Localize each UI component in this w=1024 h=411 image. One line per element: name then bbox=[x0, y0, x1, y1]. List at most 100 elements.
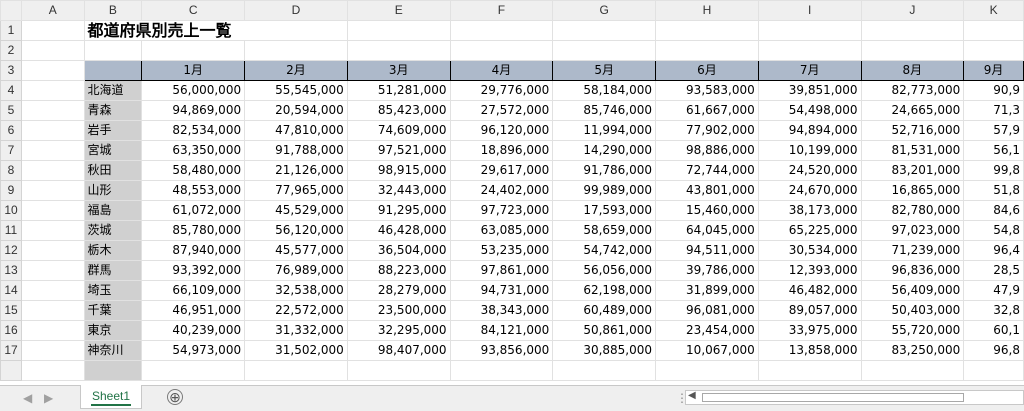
sales-value-cell[interactable] bbox=[757, 360, 862, 381]
sales-value-cell[interactable]: 85,423,000 bbox=[346, 100, 451, 121]
row-header[interactable]: 15 bbox=[0, 300, 22, 321]
header-blank-cell[interactable] bbox=[83, 60, 143, 81]
sales-value-cell[interactable]: 60,489,000 bbox=[552, 300, 657, 321]
cell[interactable] bbox=[20, 220, 85, 241]
cell[interactable] bbox=[20, 100, 85, 121]
prefecture-cell[interactable]: 東京 bbox=[83, 320, 143, 341]
prefecture-cell[interactable]: 青森 bbox=[83, 100, 143, 121]
cell[interactable] bbox=[20, 280, 85, 301]
row-header[interactable]: 1 bbox=[0, 20, 22, 41]
sales-value-cell[interactable]: 24,665,000 bbox=[860, 100, 965, 121]
sales-value-cell[interactable]: 54,498,000 bbox=[757, 100, 862, 121]
cell[interactable] bbox=[20, 340, 85, 361]
prefecture-cell[interactable]: 秋田 bbox=[83, 160, 143, 181]
sales-value-cell[interactable]: 39,786,000 bbox=[655, 260, 759, 281]
sales-value-cell[interactable]: 23,500,000 bbox=[346, 300, 451, 321]
column-header[interactable]: F bbox=[449, 0, 554, 21]
sales-value-cell[interactable]: 31,502,000 bbox=[244, 340, 348, 361]
sales-value-cell[interactable]: 51,281,000 bbox=[346, 80, 451, 101]
sales-value-cell[interactable]: 96,081,000 bbox=[655, 300, 759, 321]
sales-value-cell[interactable]: 56,409,000 bbox=[860, 280, 965, 301]
sales-value-cell[interactable]: 96,120,000 bbox=[449, 120, 554, 141]
prefecture-cell[interactable]: 栃木 bbox=[83, 240, 143, 261]
sales-value-cell[interactable]: 98,886,000 bbox=[655, 140, 759, 161]
sales-value-cell[interactable]: 58,480,000 bbox=[141, 160, 246, 181]
sales-value-cell[interactable]: 57,9 bbox=[963, 120, 1024, 141]
sales-value-cell[interactable]: 94,511,000 bbox=[655, 240, 759, 261]
sales-value-cell[interactable]: 56,1 bbox=[963, 140, 1024, 161]
cell-table[interactable]: ABCDEFGHIJK 1 都道府県別売上一覧 2 3 1月 2月 3月 4月 5月 6月… bbox=[0, 0, 1024, 381]
sales-value-cell[interactable]: 46,428,000 bbox=[346, 220, 451, 241]
column-header[interactable]: A bbox=[20, 0, 85, 21]
sheet-title[interactable]: 都道府県別売上一覧 bbox=[83, 20, 348, 41]
row-header[interactable]: 2 bbox=[0, 40, 22, 61]
sales-value-cell[interactable]: 99,989,000 bbox=[552, 180, 657, 201]
prefecture-cell[interactable] bbox=[83, 360, 143, 381]
sales-value-cell[interactable] bbox=[860, 360, 965, 381]
sales-value-cell[interactable]: 61,667,000 bbox=[655, 100, 759, 121]
sales-value-cell[interactable]: 56,000,000 bbox=[141, 80, 246, 101]
row-header[interactable]: 6 bbox=[0, 120, 22, 141]
sales-value-cell[interactable]: 28,279,000 bbox=[346, 280, 451, 301]
cell[interactable] bbox=[20, 300, 85, 321]
sales-value-cell[interactable]: 46,951,000 bbox=[141, 300, 246, 321]
sales-value-cell[interactable]: 63,085,000 bbox=[449, 220, 554, 241]
sales-value-cell[interactable]: 27,572,000 bbox=[449, 100, 554, 121]
sales-value-cell[interactable]: 38,343,000 bbox=[449, 300, 554, 321]
sales-value-cell[interactable]: 88,223,000 bbox=[346, 260, 451, 281]
sales-value-cell[interactable]: 93,583,000 bbox=[655, 80, 759, 101]
column-header[interactable]: H bbox=[655, 0, 759, 21]
sales-value-cell[interactable] bbox=[244, 360, 348, 381]
sales-value-cell[interactable]: 20,594,000 bbox=[244, 100, 348, 121]
sales-value-cell[interactable]: 39,851,000 bbox=[757, 80, 862, 101]
sales-value-cell[interactable]: 30,885,000 bbox=[552, 340, 657, 361]
sales-value-cell[interactable]: 97,861,000 bbox=[449, 260, 554, 281]
sales-value-cell[interactable]: 36,504,000 bbox=[346, 240, 451, 261]
row-header[interactable]: 14 bbox=[0, 280, 22, 301]
month-header-cell[interactable]: 9月 bbox=[963, 60, 1024, 81]
sales-value-cell[interactable]: 17,593,000 bbox=[552, 200, 657, 221]
sales-value-cell[interactable]: 60,1 bbox=[963, 320, 1024, 341]
sales-value-cell[interactable]: 93,856,000 bbox=[449, 340, 554, 361]
sales-value-cell[interactable]: 40,239,000 bbox=[141, 320, 246, 341]
sales-value-cell[interactable]: 51,8 bbox=[963, 180, 1024, 201]
sales-value-cell[interactable]: 66,109,000 bbox=[141, 280, 246, 301]
sales-value-cell[interactable]: 96,8 bbox=[963, 340, 1024, 361]
sales-value-cell[interactable]: 85,780,000 bbox=[141, 220, 246, 241]
sales-value-cell[interactable]: 82,773,000 bbox=[860, 80, 965, 101]
sales-value-cell[interactable]: 97,023,000 bbox=[860, 220, 965, 241]
row-header[interactable]: 10 bbox=[0, 200, 22, 221]
sales-value-cell[interactable]: 52,716,000 bbox=[860, 120, 965, 141]
prefecture-cell[interactable]: 北海道 bbox=[83, 80, 143, 101]
sales-value-cell[interactable] bbox=[346, 360, 451, 381]
sales-value-cell[interactable]: 98,407,000 bbox=[346, 340, 451, 361]
sales-value-cell[interactable]: 71,239,000 bbox=[860, 240, 965, 261]
sales-value-cell[interactable]: 74,609,000 bbox=[346, 120, 451, 141]
sales-value-cell[interactable] bbox=[655, 360, 759, 381]
sales-value-cell[interactable]: 77,902,000 bbox=[655, 120, 759, 141]
month-header-cell[interactable]: 3月 bbox=[346, 60, 451, 81]
sales-value-cell[interactable]: 91,788,000 bbox=[244, 140, 348, 161]
sales-value-cell[interactable]: 97,723,000 bbox=[449, 200, 554, 221]
tab-sheet1[interactable]: Sheet1 bbox=[80, 385, 142, 409]
select-all-corner[interactable] bbox=[0, 0, 22, 21]
sales-value-cell[interactable]: 22,572,000 bbox=[244, 300, 348, 321]
sales-value-cell[interactable] bbox=[449, 360, 554, 381]
sales-value-cell[interactable]: 71,3 bbox=[963, 100, 1024, 121]
sales-value-cell[interactable]: 10,199,000 bbox=[757, 140, 862, 161]
prefecture-cell[interactable]: 山形 bbox=[83, 180, 143, 201]
sales-value-cell[interactable]: 58,659,000 bbox=[552, 220, 657, 241]
sales-value-cell[interactable]: 99,8 bbox=[963, 160, 1024, 181]
prefecture-cell[interactable]: 宮城 bbox=[83, 140, 143, 161]
spreadsheet-grid[interactable]: ABCDEFGHIJK 1 都道府県別売上一覧 2 3 1月 2月 3月 4月 5月 6月… bbox=[0, 0, 1024, 385]
sales-value-cell[interactable]: 32,8 bbox=[963, 300, 1024, 321]
sales-value-cell[interactable]: 76,989,000 bbox=[244, 260, 348, 281]
sales-value-cell[interactable]: 94,731,000 bbox=[449, 280, 554, 301]
sales-value-cell[interactable]: 91,295,000 bbox=[346, 200, 451, 221]
sales-value-cell[interactable]: 30,534,000 bbox=[757, 240, 862, 261]
next-sheet-icon[interactable]: ▶ bbox=[44, 391, 53, 405]
sales-value-cell[interactable]: 21,126,000 bbox=[244, 160, 348, 181]
sales-value-cell[interactable]: 50,861,000 bbox=[552, 320, 657, 341]
month-header-cell[interactable]: 7月 bbox=[757, 60, 862, 81]
sales-value-cell[interactable]: 54,742,000 bbox=[552, 240, 657, 261]
